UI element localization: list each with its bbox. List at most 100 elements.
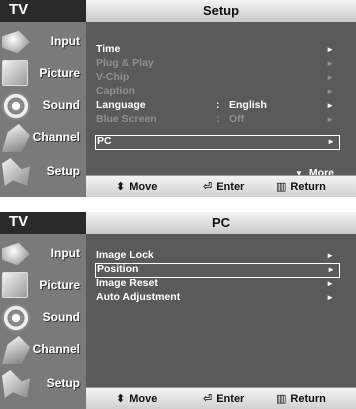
picture-icon bbox=[2, 272, 28, 298]
move-hint: ⬍ Move bbox=[116, 392, 157, 405]
tv-label: TV bbox=[9, 1, 29, 18]
menu-item-label: Caption bbox=[96, 85, 136, 97]
pc-osd-screen: TV PC Input Picture Sound Channel Setup … bbox=[0, 212, 356, 409]
return-label: Return bbox=[290, 393, 326, 405]
setup-osd-screen: TV Setup Input Picture Sound Channel Set… bbox=[0, 0, 356, 197]
sidebar-item-label: Setup bbox=[46, 376, 80, 390]
picture-icon bbox=[2, 60, 28, 86]
return-icon: ▥ bbox=[276, 393, 287, 405]
navigation-footer: ⬍ Move ⏎ Enter ▥ Return bbox=[86, 387, 356, 409]
menu-item-position[interactable]: Position ► bbox=[95, 263, 340, 278]
sidebar-item-label: Channel bbox=[32, 342, 80, 356]
setup-icon bbox=[2, 158, 30, 186]
return-hint: ▥ Return bbox=[276, 392, 326, 405]
menu-item-blue-screen[interactable]: Blue Screen : Off ► bbox=[96, 113, 346, 127]
sidebar-item-label: Setup bbox=[46, 164, 80, 178]
channel-icon bbox=[2, 336, 30, 364]
menu-title-bar: Setup bbox=[86, 0, 356, 23]
sidebar-item-sound[interactable]: Sound bbox=[0, 302, 86, 334]
menu-item-value: Off bbox=[229, 113, 245, 125]
menu-item-label: Image Reset bbox=[96, 277, 158, 289]
sidebar-item-channel[interactable]: Channel bbox=[0, 334, 86, 366]
pc-menu-panel: Image Lock ► Position ► Image Reset ► Au… bbox=[86, 234, 356, 387]
enter-hint: ⏎ Enter bbox=[203, 392, 244, 405]
menu-item-image-lock[interactable]: Image Lock ► bbox=[96, 249, 346, 263]
menu-item-label: PC bbox=[97, 135, 112, 147]
menu-item-label: V-Chip bbox=[96, 71, 130, 83]
category-sidebar: Input Picture Sound Channel Setup bbox=[0, 234, 86, 409]
menu-item-label: Blue Screen bbox=[96, 113, 157, 125]
arrow-right-icon: ► bbox=[327, 265, 335, 274]
tv-label-box: TV bbox=[0, 0, 86, 22]
menu-item-label: Auto Adjustment bbox=[96, 291, 181, 303]
sidebar-item-label: Picture bbox=[39, 66, 80, 80]
menu-item-auto-adjustment[interactable]: Auto Adjustment ► bbox=[96, 291, 346, 305]
move-label: Move bbox=[129, 393, 158, 405]
sidebar-item-picture[interactable]: Picture bbox=[0, 270, 86, 302]
menu-item-separator: : bbox=[216, 99, 220, 111]
menu-title-bar: PC bbox=[86, 212, 356, 235]
setup-icon bbox=[2, 370, 30, 398]
menu-title: PC bbox=[211, 215, 231, 230]
enter-icon: ⏎ bbox=[203, 181, 213, 193]
setup-menu-panel: Time ► Plug & Play ► V-Chip ► Caption ► … bbox=[86, 22, 356, 179]
sidebar-item-setup[interactable]: Setup bbox=[0, 368, 86, 400]
enter-label: Enter bbox=[216, 181, 245, 193]
sound-icon bbox=[2, 92, 30, 120]
menu-item-language[interactable]: Language : English ► bbox=[96, 99, 346, 113]
arrow-right-icon: ► bbox=[326, 115, 334, 124]
move-hint: ⬍ Move bbox=[116, 180, 157, 193]
menu-item-label: Image Lock bbox=[96, 249, 154, 261]
menu-item-label: Position bbox=[97, 263, 139, 275]
sidebar-item-input[interactable]: Input bbox=[0, 26, 86, 58]
arrow-right-icon: ► bbox=[326, 87, 334, 96]
arrow-right-icon: ► bbox=[326, 279, 334, 288]
sidebar-item-input[interactable]: Input bbox=[0, 238, 86, 270]
sidebar-item-setup[interactable]: Setup bbox=[0, 156, 86, 188]
arrow-right-icon: ► bbox=[326, 73, 334, 82]
menu-item-v-chip[interactable]: V-Chip ► bbox=[96, 71, 346, 85]
menu-item-pc[interactable]: PC ► bbox=[95, 135, 340, 150]
tv-label: TV bbox=[9, 213, 29, 230]
arrow-right-icon: ► bbox=[326, 101, 334, 110]
enter-icon: ⏎ bbox=[203, 393, 213, 405]
return-label: Return bbox=[290, 181, 326, 193]
arrow-right-icon: ► bbox=[326, 251, 334, 260]
sidebar-item-picture[interactable]: Picture bbox=[0, 58, 86, 90]
move-icon: ⬍ bbox=[116, 181, 126, 193]
menu-item-separator: : bbox=[216, 113, 220, 125]
sound-icon bbox=[2, 304, 30, 332]
sidebar-item-label: Input bbox=[50, 34, 80, 48]
tv-label-box: TV bbox=[0, 212, 86, 234]
enter-label: Enter bbox=[216, 393, 245, 405]
sidebar-item-label: Input bbox=[50, 246, 80, 260]
move-label: Move bbox=[129, 181, 158, 193]
input-icon bbox=[2, 30, 30, 54]
menu-item-label: Language bbox=[96, 99, 146, 111]
arrow-right-icon: ► bbox=[326, 59, 334, 68]
menu-item-caption[interactable]: Caption ► bbox=[96, 85, 346, 99]
navigation-footer: ⬍ Move ⏎ Enter ▥ Return bbox=[86, 175, 356, 197]
arrow-right-icon: ► bbox=[327, 137, 335, 146]
arrow-right-icon: ► bbox=[326, 293, 334, 302]
channel-icon bbox=[2, 124, 30, 152]
sidebar-item-sound[interactable]: Sound bbox=[0, 90, 86, 122]
menu-item-label: Time bbox=[96, 43, 121, 55]
category-sidebar: Input Picture Sound Channel Setup bbox=[0, 22, 86, 197]
sidebar-item-label: Channel bbox=[32, 130, 80, 144]
return-icon: ▥ bbox=[276, 181, 287, 193]
menu-item-time[interactable]: Time ► bbox=[96, 43, 346, 57]
return-hint: ▥ Return bbox=[276, 180, 326, 193]
sidebar-item-channel[interactable]: Channel bbox=[0, 122, 86, 154]
menu-title: Setup bbox=[202, 3, 240, 18]
sidebar-item-label: Picture bbox=[39, 278, 80, 292]
menu-item-value: English bbox=[229, 99, 267, 111]
sidebar-item-label: Sound bbox=[42, 310, 80, 324]
menu-item-label: Plug & Play bbox=[96, 57, 154, 69]
enter-hint: ⏎ Enter bbox=[203, 180, 244, 193]
arrow-right-icon: ► bbox=[326, 45, 334, 54]
move-icon: ⬍ bbox=[116, 393, 126, 405]
menu-item-plug-and-play[interactable]: Plug & Play ► bbox=[96, 57, 346, 71]
menu-item-image-reset[interactable]: Image Reset ► bbox=[96, 277, 346, 291]
input-icon bbox=[2, 242, 30, 266]
